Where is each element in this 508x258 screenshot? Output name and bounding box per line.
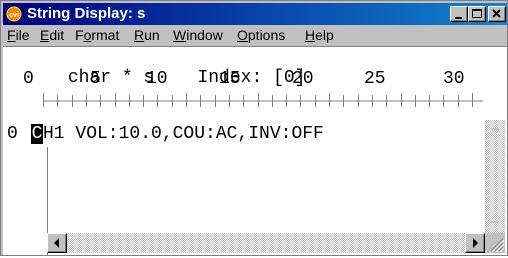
- ruler-ticks: [43, 93, 483, 107]
- ruler-label: 5: [90, 69, 101, 89]
- row-index: 0: [7, 124, 18, 144]
- menu-edit[interactable]: Edit: [40, 27, 64, 43]
- string-display-pane[interactable]: char * s Index: [0] 0 5 10 15 20 25 30 0…: [3, 46, 507, 256]
- ruler-label: 15: [219, 69, 241, 89]
- ruler-label: 20: [292, 69, 314, 89]
- menu-options[interactable]: Options: [237, 27, 285, 43]
- menu-window[interactable]: Window: [173, 27, 223, 43]
- ruler-label: 25: [364, 69, 386, 89]
- arrow-right-icon: [473, 238, 478, 248]
- menu-help[interactable]: Help: [305, 27, 334, 43]
- resize-grip-icon: [490, 238, 505, 253]
- resize-grip[interactable]: [485, 233, 505, 253]
- minimize-icon: [455, 17, 462, 19]
- menu-run[interactable]: Run: [134, 27, 160, 43]
- horizontal-scroll-track[interactable]: [67, 233, 465, 253]
- arrow-left-icon: [54, 238, 59, 248]
- horizontal-scrollbar[interactable]: [47, 233, 485, 253]
- scroll-right-button[interactable]: [465, 233, 485, 253]
- scroll-up-arrow-icon[interactable]: [489, 122, 501, 132]
- scroll-down-arrow-icon[interactable]: [489, 219, 501, 229]
- title-bar[interactable]: cvi String Display: s: [3, 3, 507, 25]
- menu-bar: File Edit Format Run Window Options Help: [3, 25, 507, 45]
- string-value[interactable]: H1 VOL:10.0,COU:AC,INV:OFF: [43, 123, 324, 145]
- vertical-scroll-track[interactable]: [485, 120, 505, 233]
- menu-file[interactable]: File: [7, 27, 30, 43]
- text-cursor[interactable]: C: [31, 124, 43, 144]
- scroll-left-button[interactable]: [47, 233, 67, 253]
- maximize-button[interactable]: [468, 6, 486, 22]
- string-row[interactable]: 0 C H1 VOL:10.0,COU:AC,INV:OFF: [3, 123, 507, 145]
- cvi-app-icon[interactable]: cvi: [6, 6, 22, 22]
- ruler-label: 30: [443, 69, 465, 89]
- svg-text:cvi: cvi: [9, 12, 19, 19]
- minimize-button[interactable]: [450, 6, 468, 22]
- close-button[interactable]: [488, 6, 506, 22]
- maximize-icon: [472, 9, 482, 18]
- ruler-labels: 0 5 10 15 20 25 30: [3, 69, 507, 89]
- close-icon: [492, 9, 501, 18]
- menu-format[interactable]: Format: [75, 27, 119, 43]
- vertical-scrollbar[interactable]: [485, 120, 505, 233]
- window-title: String Display: s: [27, 5, 146, 22]
- ruler-label: 0: [23, 69, 34, 89]
- string-display-window: cvi String Display: s File Edit Format R…: [0, 0, 508, 256]
- ruler-label: 10: [146, 69, 168, 89]
